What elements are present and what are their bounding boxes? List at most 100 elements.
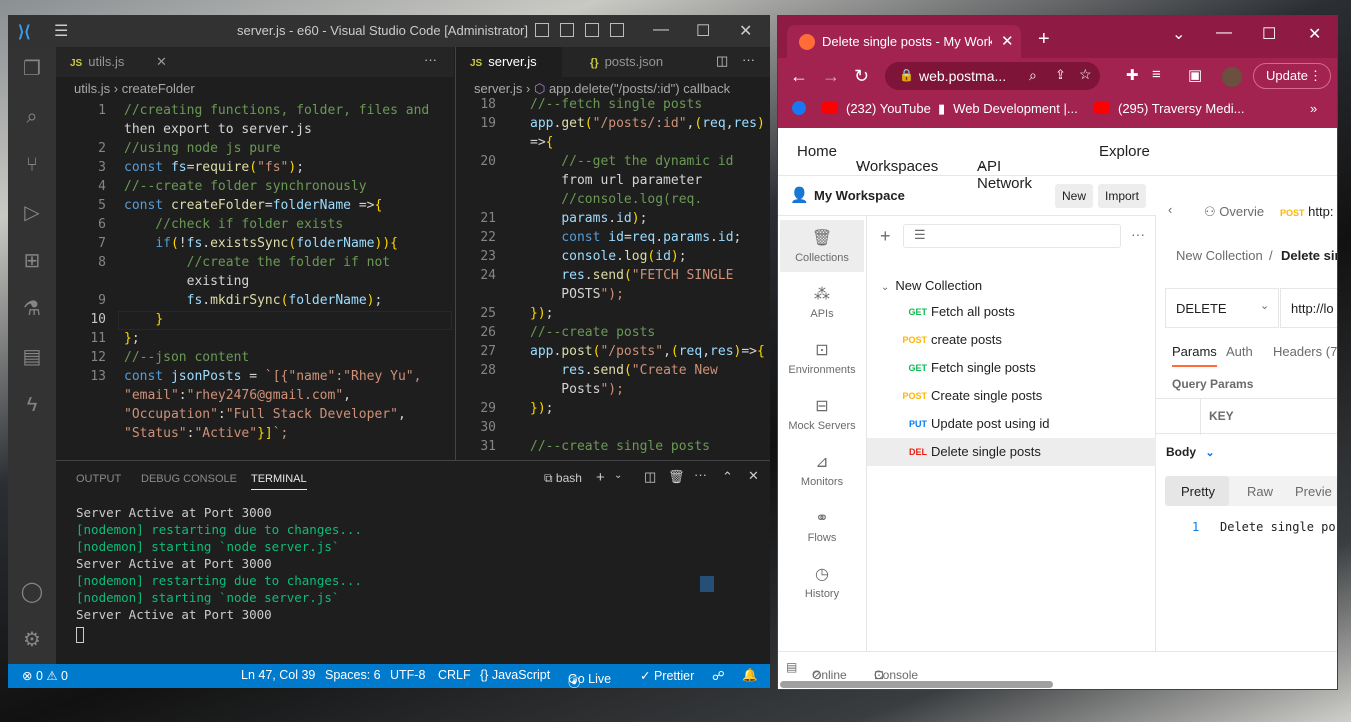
minimize-icon[interactable]: — — [1216, 24, 1232, 42]
tab-auth[interactable]: Auth — [1226, 344, 1253, 359]
close-tab-icon[interactable]: ✕ — [1001, 32, 1014, 50]
chevron-down-icon[interactable]: ⌄ — [614, 470, 622, 481]
horizontal-scrollbar[interactable] — [780, 681, 1053, 688]
explorer-icon[interactable]: ❐ — [20, 57, 44, 81]
request-item[interactable]: GET Fetch all posts — [867, 298, 1156, 326]
search-icon[interactable]: ⌕ — [20, 105, 44, 129]
tab-raw[interactable]: Raw — [1247, 484, 1273, 499]
toggle-sidebar-icon[interactable]: ▤ — [786, 660, 797, 674]
indentation[interactable]: Spaces: 6 — [325, 668, 381, 682]
close-icon[interactable]: ✕ — [739, 21, 752, 41]
bookmark-web-dev[interactable]: ▮ Web Development |... — [938, 101, 1078, 117]
maximize-icon[interactable]: ☐ — [1262, 24, 1276, 44]
run-debug-icon[interactable]: ▷ — [20, 201, 44, 225]
tab-preview[interactable]: Previe — [1295, 484, 1332, 499]
new-tab-icon[interactable]: + — [1038, 28, 1050, 51]
request-item[interactable]: GET Fetch single posts — [867, 354, 1156, 382]
tab-headers[interactable]: Headers (7 — [1273, 344, 1337, 359]
new-terminal-icon[interactable]: + — [596, 469, 605, 486]
tab-pretty[interactable]: Pretty — [1181, 484, 1215, 499]
nav-explore[interactable]: Explore — [1099, 143, 1150, 160]
customize-layout-icon[interactable] — [610, 23, 624, 37]
method-select[interactable]: DELETE ⌄ — [1165, 288, 1279, 328]
trash-icon[interactable]: 🗑 — [668, 469, 685, 485]
testing-icon[interactable]: ⚗ — [20, 297, 44, 321]
line-endings[interactable]: CRLF — [438, 668, 471, 682]
breadcrumb-request[interactable]: Delete sin — [1281, 248, 1337, 263]
maximize-panel-icon[interactable]: ⌃ — [722, 469, 733, 485]
close-panel-icon[interactable]: ✕ — [748, 468, 759, 484]
url-input[interactable]: http://lo — [1280, 288, 1337, 328]
nav-home[interactable]: Home — [797, 143, 837, 160]
bookmark-facebook[interactable] — [792, 101, 806, 118]
maximize-icon[interactable]: ☐ — [696, 21, 710, 41]
extensions-icon[interactable]: ⊞ — [20, 249, 44, 273]
source-control-icon[interactable]: ⑂ — [20, 153, 44, 177]
response-body-label[interactable]: Body ⌄ — [1166, 445, 1215, 459]
sidebar-item-mock-servers[interactable]: ⊟ Mock Servers — [780, 388, 864, 440]
close-window-icon[interactable]: ✕ — [1308, 24, 1321, 44]
thunder-client-icon[interactable]: ϟ — [20, 393, 44, 417]
breadcrumb-file[interactable]: utils.js — [74, 81, 110, 96]
collection-name[interactable]: ⌄ New Collection — [881, 278, 982, 293]
more-actions-icon[interactable]: ··· — [694, 467, 707, 482]
breadcrumb-symbol[interactable]: app.delete("/posts/:id") callback — [549, 81, 730, 96]
problems-indicator[interactable]: ⊗ 0 ⚠ 0 — [22, 668, 68, 683]
settings-gear-icon[interactable]: ⚙ — [20, 628, 44, 652]
search-icon[interactable]: ⌕ — [1029, 67, 1037, 84]
more-options-icon[interactable]: ··· — [1131, 226, 1145, 242]
breadcrumb-collection[interactable]: New Collection — [1176, 248, 1263, 263]
tab-debug-console[interactable]: DEBUG CONSOLE — [141, 473, 237, 485]
toggle-sidebar-icon[interactable] — [535, 23, 549, 37]
language-mode[interactable]: {} JavaScript — [480, 668, 550, 682]
share-icon[interactable]: ⇪ — [1055, 67, 1066, 83]
prettier-status[interactable]: ✓ Prettier — [640, 668, 694, 683]
back-chevron-icon[interactable]: ‹ — [1168, 202, 1172, 217]
forward-arrow-icon[interactable]: → — [822, 66, 840, 87]
remote-explorer-icon[interactable]: ▤ — [20, 345, 44, 369]
request-item[interactable]: POST Create single posts — [867, 382, 1156, 410]
tab-output[interactable]: OUTPUT — [76, 473, 121, 485]
more-actions-icon[interactable]: ··· — [424, 52, 437, 67]
side-panel-icon[interactable]: ▣ — [1188, 66, 1202, 84]
update-button[interactable]: Update ⋮ — [1253, 63, 1331, 89]
tab-params[interactable]: Params — [1172, 344, 1217, 367]
back-arrow-icon[interactable]: ← — [790, 66, 808, 87]
cursor-position[interactable]: Ln 47, Col 39 — [241, 668, 315, 682]
profile-avatar[interactable] — [1222, 67, 1242, 87]
reload-icon[interactable]: ↻ — [854, 66, 869, 87]
sidebar-item-flows[interactable]: ⚭ Flows — [780, 500, 864, 552]
bookmark-traversy[interactable]: (295) Traversy Medi... — [1094, 101, 1244, 116]
new-button[interactable]: New — [1055, 184, 1094, 208]
filter-input[interactable]: ☰ — [903, 224, 1121, 248]
sidebar-item-collections[interactable]: 🗑 Collections — [780, 220, 864, 272]
request-item[interactable]: PUT Update post using id — [867, 410, 1156, 438]
browser-tab[interactable]: Delete single posts - My Workspace ✕ — [787, 25, 1021, 58]
toggle-panel-icon[interactable] — [560, 23, 574, 37]
tab-server-js[interactable]: JS server.js — [456, 47, 562, 77]
more-actions-icon[interactable]: ··· — [742, 52, 755, 67]
request-item[interactable]: DEL Delete single posts — [867, 438, 1156, 466]
close-tab-icon[interactable]: ✕ — [156, 47, 167, 77]
sidebar-item-monitors[interactable]: ⊿ Monitors — [780, 444, 864, 496]
terminal-shell-selector[interactable]: ⧉ bash — [544, 471, 582, 486]
tab-overview[interactable]: ⚇ Overvie — [1204, 204, 1264, 220]
tab-post-request[interactable]: POST http: — [1280, 204, 1333, 219]
response-body-text[interactable]: Delete single po — [1220, 520, 1336, 534]
more-bookmarks-icon[interactable]: » — [1310, 101, 1317, 116]
encoding[interactable]: UTF-8 — [390, 668, 425, 682]
notifications-bell-icon[interactable]: 🔔 — [742, 668, 758, 683]
tab-posts-json[interactable]: {} posts.json — [576, 47, 686, 77]
feedback-icon[interactable]: ☍ — [712, 668, 725, 683]
breadcrumb-symbol[interactable]: createFolder — [122, 81, 195, 96]
tab-terminal[interactable]: TERMINAL — [251, 473, 307, 490]
media-queue-icon[interactable]: ≡ — [1152, 66, 1161, 83]
tab-utils-js[interactable]: JS utils.js ✕ — [56, 47, 176, 77]
add-collection-icon[interactable]: + — [880, 226, 891, 247]
sidebar-item-history[interactable]: ◷ History — [780, 556, 864, 608]
split-terminal-icon[interactable]: ◫ — [644, 469, 656, 485]
minimize-icon[interactable]: — — [653, 21, 669, 39]
bookmark-youtube[interactable]: (232) YouTube — [822, 101, 931, 116]
request-item[interactable]: POST create posts — [867, 326, 1156, 354]
breadcrumb-file[interactable]: server.js — [474, 81, 522, 96]
